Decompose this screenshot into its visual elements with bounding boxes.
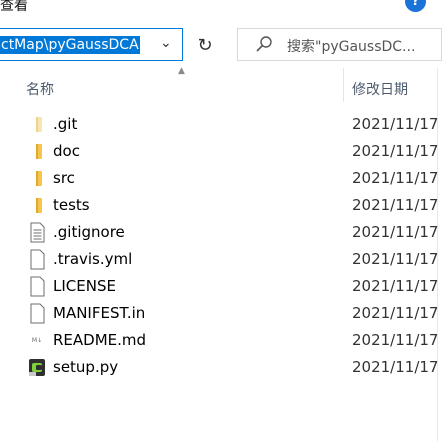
file-name: src xyxy=(53,169,75,187)
search-icon xyxy=(256,36,272,52)
file-name: .git xyxy=(53,115,78,133)
address-dropdown-chevron-icon[interactable]: ⌄ xyxy=(160,35,172,51)
column-header-date-modified[interactable]: 修改日期 xyxy=(352,79,408,99)
file-date-modified: 2021/11/17 xyxy=(352,169,439,187)
file-name: README.md xyxy=(53,331,147,349)
refresh-icon: ↻ xyxy=(197,34,213,56)
file-date-modified: 2021/11/17 xyxy=(352,142,439,160)
file-row[interactable]: .git 2021/11/17 xyxy=(0,111,439,138)
file-date-modified: 2021/11/17 xyxy=(352,331,439,349)
refresh-button[interactable]: ↻ xyxy=(190,30,220,60)
ribbon-tab-view[interactable]: 查看 xyxy=(0,0,28,15)
file-row[interactable]: tests 2021/11/17 xyxy=(0,192,439,219)
file-date-modified: 2021/11/17 xyxy=(352,196,439,214)
file-name: .travis.yml xyxy=(53,250,133,268)
blank-file-icon xyxy=(28,249,46,270)
file-row[interactable]: setup.py 2021/11/17 xyxy=(0,354,439,381)
text-file-icon xyxy=(28,222,46,243)
file-date-modified: 2021/11/17 xyxy=(352,223,439,241)
search-input[interactable]: 搜索"pyGaussDC... xyxy=(237,28,442,61)
file-name: LICENSE xyxy=(53,277,116,295)
blank-file-icon xyxy=(28,303,46,324)
file-date-modified: 2021/11/17 xyxy=(352,115,439,133)
column-divider[interactable] xyxy=(343,68,344,102)
file-name: MANIFEST.in xyxy=(53,304,146,322)
folder-icon xyxy=(28,195,46,216)
file-date-modified: 2021/11/17 xyxy=(352,277,439,295)
file-date-modified: 2021/11/17 xyxy=(352,250,439,268)
file-name: .gitignore xyxy=(53,223,125,241)
file-name: setup.py xyxy=(53,358,119,376)
file-date-modified: 2021/11/17 xyxy=(352,304,439,322)
file-row[interactable]: M↓ README.md 2021/11/17 xyxy=(0,327,439,354)
search-placeholder: 搜索"pyGaussDC... xyxy=(287,39,416,55)
file-name: tests xyxy=(53,196,90,214)
svg-text:M↓: M↓ xyxy=(32,337,42,344)
markdown-file-icon: M↓ xyxy=(28,330,46,351)
file-row[interactable]: .gitignore 2021/11/17 xyxy=(0,219,439,246)
file-date-modified: 2021/11/17 xyxy=(352,358,439,376)
file-name: doc xyxy=(53,142,80,160)
file-row[interactable]: .travis.yml 2021/11/17 xyxy=(0,246,439,273)
python-file-icon xyxy=(28,357,46,378)
collapse-ribbon-chevron-icon[interactable]: ⌃ xyxy=(381,0,393,9)
folder-icon xyxy=(28,168,46,189)
file-row[interactable]: doc 2021/11/17 xyxy=(0,138,439,165)
column-header-name[interactable]: 名称 xyxy=(26,79,54,99)
ribbon-strip: 查看 ⌃ ? xyxy=(0,0,442,22)
sort-ascending-icon: ▲ xyxy=(178,66,185,76)
file-row[interactable]: LICENSE 2021/11/17 xyxy=(0,273,439,300)
file-row[interactable]: src 2021/11/17 xyxy=(0,165,439,192)
folder-faint-icon xyxy=(28,114,46,135)
address-bar[interactable]: ctMap\pyGaussDCA ⌄ xyxy=(0,28,183,61)
folder-icon xyxy=(28,141,46,162)
address-path-text[interactable]: ctMap\pyGaussDCA xyxy=(0,36,140,54)
blank-file-icon xyxy=(28,276,46,297)
file-row[interactable]: MANIFEST.in 2021/11/17 xyxy=(0,300,439,327)
help-icon[interactable]: ? xyxy=(405,0,426,12)
